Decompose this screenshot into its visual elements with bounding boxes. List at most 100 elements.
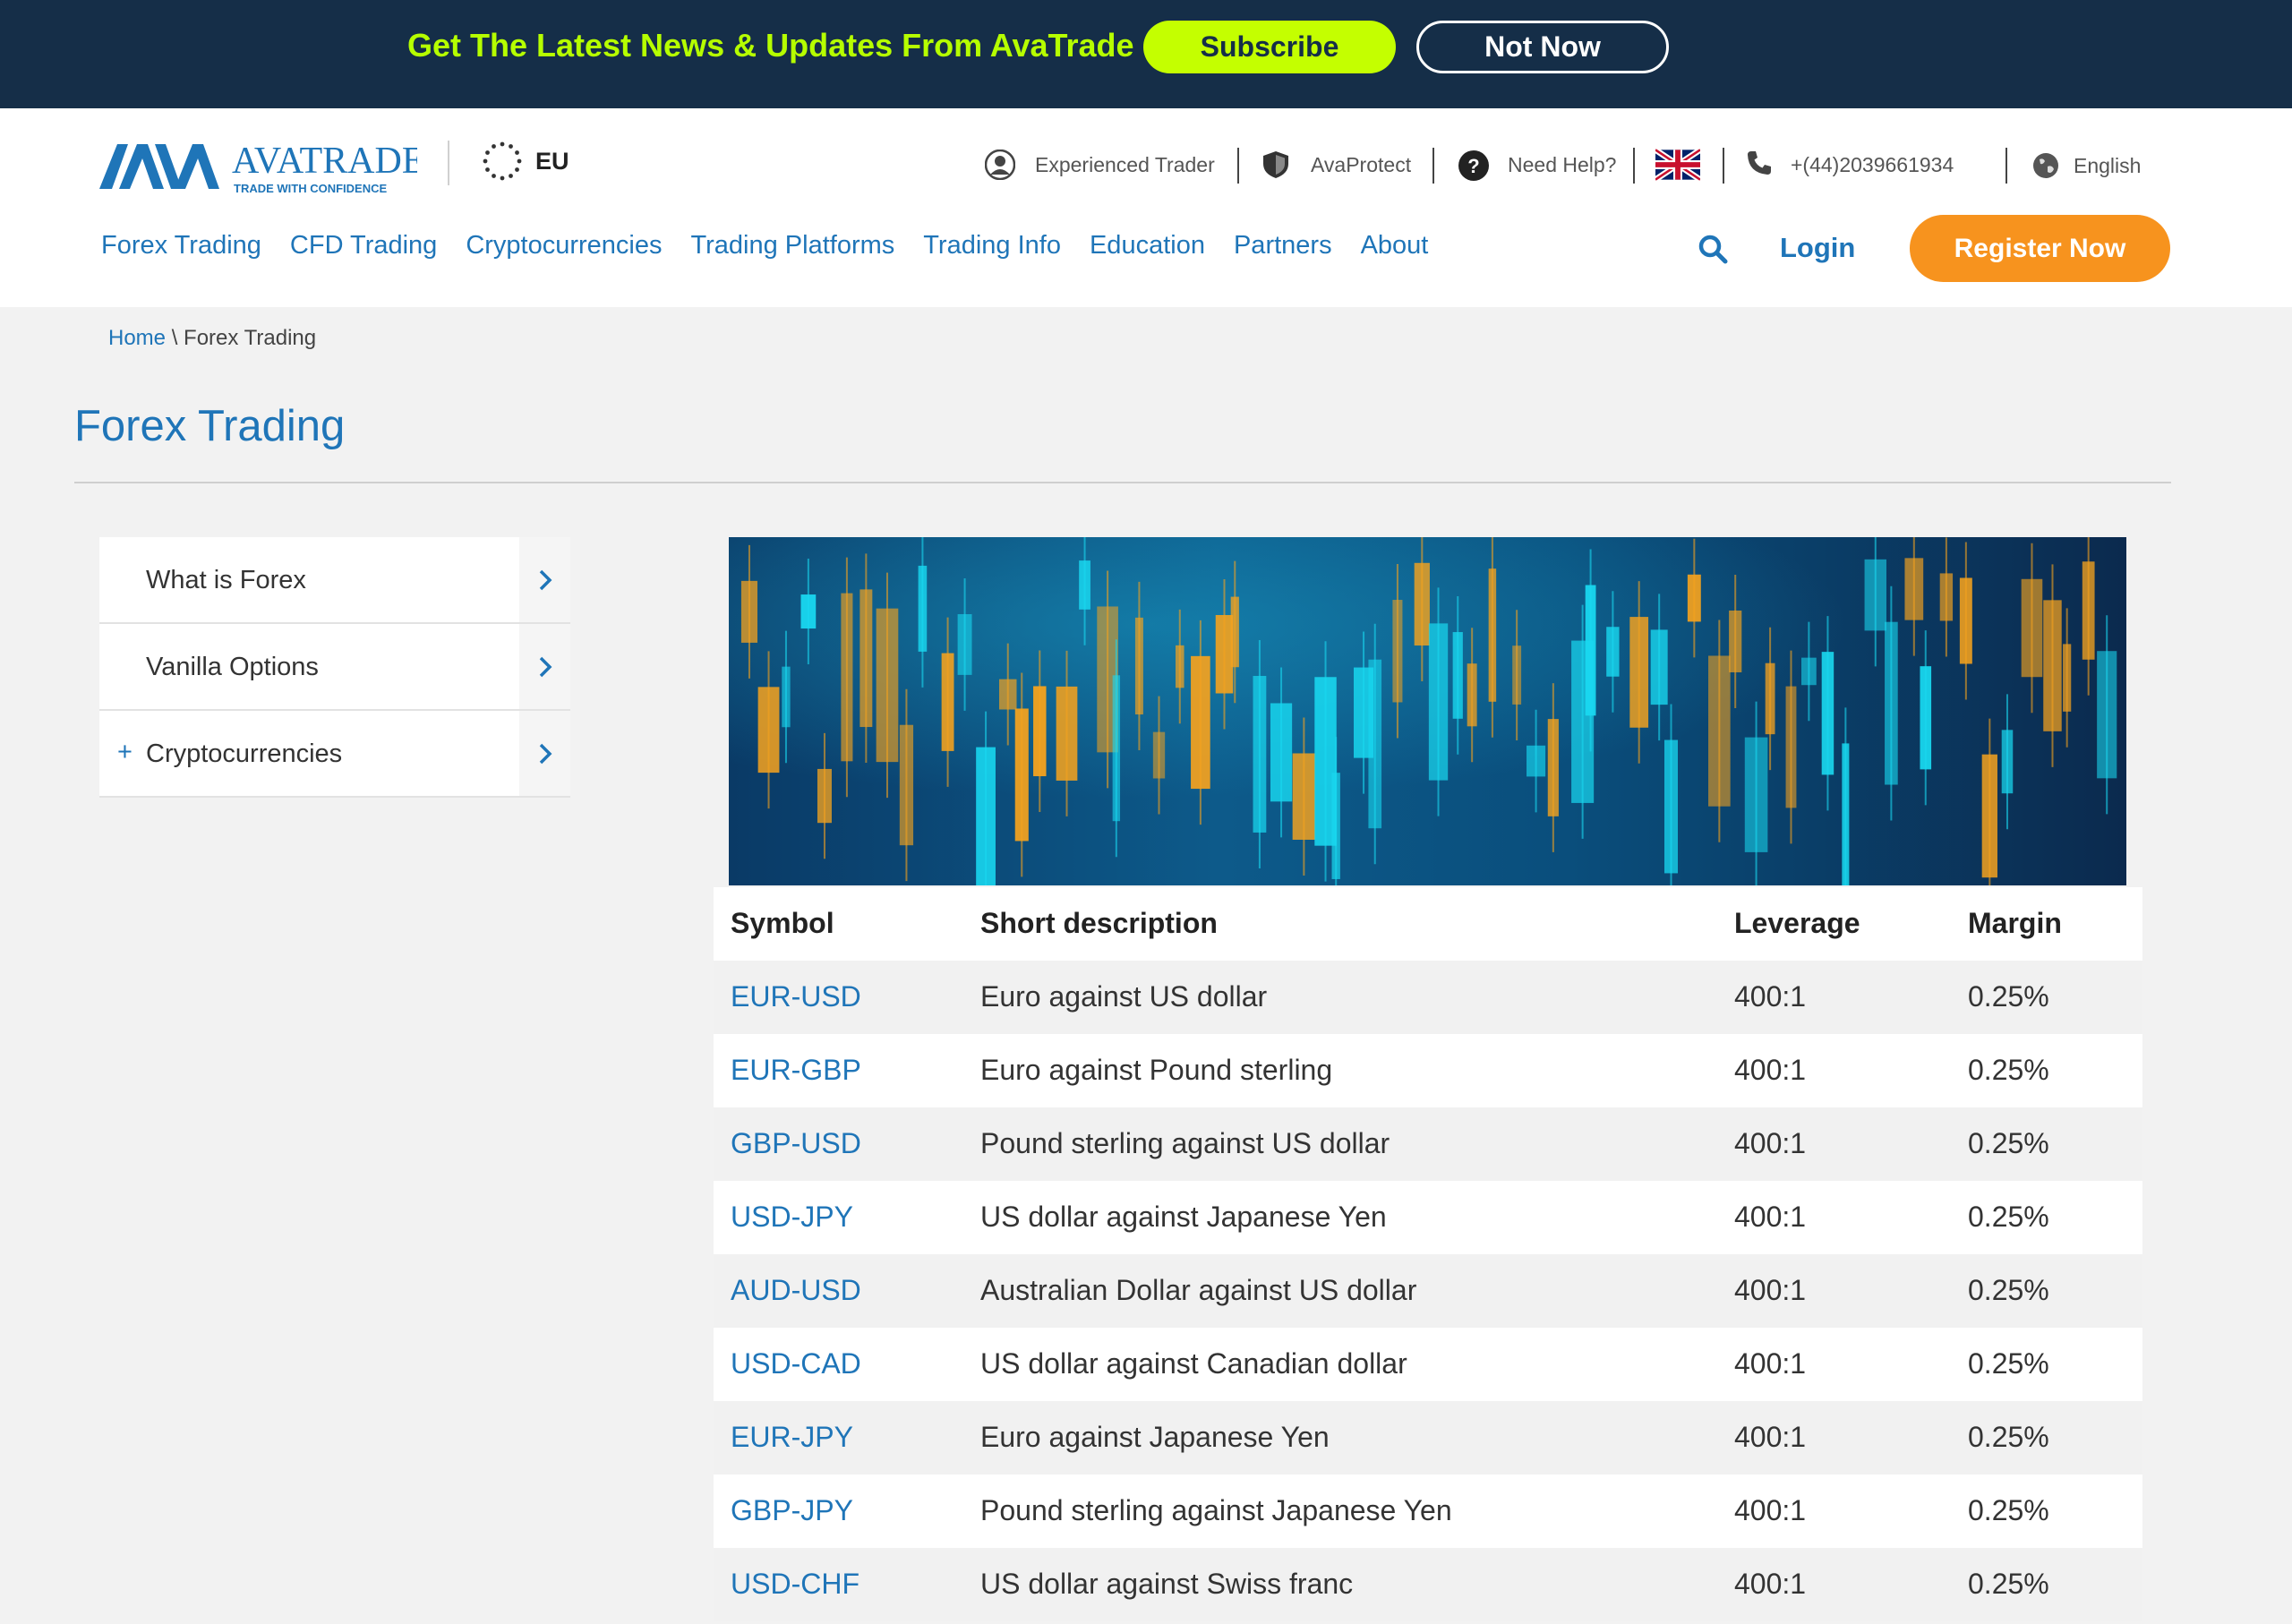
leverage-cell: 400:1 (1734, 1568, 1807, 1600)
phone-link[interactable]: +(44)2039661934 (1746, 150, 1954, 180)
candle-body (1606, 627, 1620, 677)
candle-body (1270, 703, 1293, 802)
utility-divider (1237, 148, 1239, 184)
subscribe-button[interactable]: Subscribe (1143, 21, 1396, 73)
logo-tagline: TRADE WITH CONFIDENCE (234, 182, 387, 195)
candle-body (2097, 651, 2117, 779)
candle-body (1392, 600, 1403, 703)
symbol-link[interactable]: EUR-USD (731, 980, 861, 1013)
candle-body (899, 724, 914, 846)
nav-cryptocurrencies[interactable]: Cryptocurrencies (466, 231, 662, 261)
sidebar-item-label: Vanilla Options (146, 653, 319, 681)
candle-body (1152, 731, 1166, 779)
sidebar-item-vanilla-options[interactable]: Vanilla Options (99, 624, 570, 711)
sidebar-item-label: Cryptocurrencies (146, 739, 343, 768)
sidebar-menu: What is Forex Vanilla Options + Cryptocu… (99, 537, 570, 798)
language-label: English (2074, 153, 2142, 177)
margin-cell: 0.25% (1968, 980, 2049, 1013)
nav-about[interactable]: About (1361, 231, 1429, 261)
chevron-right-icon[interactable] (519, 711, 570, 796)
candle-body (1230, 596, 1239, 668)
symbol-link[interactable]: EUR-JPY (731, 1421, 853, 1454)
symbol-link[interactable]: EUR-GBP (731, 1054, 861, 1087)
candle-body (800, 594, 817, 629)
chevron-right-icon[interactable] (519, 624, 570, 709)
phone-icon (1746, 150, 1776, 180)
symbol-link[interactable]: USD-CHF (731, 1568, 860, 1601)
site-header: AVATRADE TRADE WITH CONFIDENCE EU Experi… (0, 108, 2292, 307)
column-header-leverage: Leverage (1734, 907, 1860, 939)
table-row: AUD-USD Australian Dollar against US doll… (714, 1254, 2142, 1328)
margin-cell: 0.25% (1968, 1347, 2049, 1380)
candle-body (1033, 686, 1047, 777)
candle-body (1368, 659, 1382, 829)
margin-cell: 0.25% (1968, 1201, 2049, 1233)
candlestick-hero-image (729, 537, 2126, 885)
table-row: EUR-GBP Euro against Pound sterling 400:1 0… (714, 1034, 2142, 1107)
sidebar-item-cryptocurrencies[interactable]: + Cryptocurrencies (99, 711, 570, 798)
symbol-link[interactable]: GBP-JPY (731, 1494, 853, 1527)
candle-body (860, 589, 873, 728)
nav-trading-platforms[interactable]: Trading Platforms (691, 231, 895, 261)
login-link[interactable]: Login (1780, 232, 1855, 264)
nav-education[interactable]: Education (1090, 231, 1205, 261)
description-cell: Euro against Japanese Yen (980, 1421, 1330, 1453)
not-now-button[interactable]: Not Now (1416, 21, 1669, 73)
candle-body (1821, 652, 1834, 775)
candle-body (1959, 577, 1972, 664)
avaprotect-label: AvaProtect (1311, 152, 1412, 176)
table-row: USD-CAD US dollar against Canadian dollar… (714, 1328, 2142, 1401)
description-cell: US dollar against Canadian dollar (980, 1347, 1407, 1380)
eu-stars-icon[interactable] (482, 141, 523, 182)
table-body: EUR-USD Euro against US dollar 400:1 0.25% E… (714, 961, 2142, 1621)
column-header-margin: Margin (1968, 907, 2062, 939)
leverage-cell: 400:1 (1734, 980, 1807, 1013)
leverage-cell: 400:1 (1734, 1201, 1807, 1233)
symbol-link[interactable]: AUD-USD (731, 1274, 861, 1307)
search-icon[interactable] (1697, 233, 1729, 265)
expand-plus-icon[interactable]: + (117, 738, 133, 767)
candle-body (1904, 558, 1924, 620)
candle-body (876, 608, 899, 763)
candle-body (2001, 730, 2014, 794)
symbol-link[interactable]: USD-CAD (731, 1347, 861, 1380)
candle-body (1981, 754, 1997, 878)
uk-flag-icon[interactable] (1655, 148, 1700, 182)
column-header-symbol: Symbol (731, 907, 834, 939)
breadcrumb-home[interactable]: Home (108, 326, 166, 350)
utility-divider (1723, 148, 1724, 184)
symbol-link[interactable]: GBP-USD (731, 1127, 861, 1160)
need-help-link[interactable]: ? Need Help? (1458, 150, 1616, 181)
candle-body (1079, 560, 1090, 610)
breadcrumb-current: Forex Trading (184, 326, 317, 350)
phone-number: +(44)2039661934 (1791, 152, 1954, 176)
forex-instruments-table: Symbol Short description Leverage Margin… (714, 887, 2142, 1621)
avatrade-logo[interactable]: AVATRADE TRADE WITH CONFIDENCE (99, 139, 425, 201)
description-cell: Euro against Pound sterling (980, 1054, 1333, 1086)
nav-trading-info[interactable]: Trading Info (923, 231, 1061, 261)
candle-body (1191, 655, 1210, 790)
candle-body (1527, 745, 1546, 777)
help-icon: ? (1458, 150, 1489, 181)
symbol-link[interactable]: USD-JPY (731, 1201, 853, 1234)
candle-body (817, 768, 832, 824)
avaprotect-link[interactable]: AvaProtect (1261, 150, 1411, 180)
globe-icon (2032, 152, 2059, 179)
nav-forex-trading[interactable]: Forex Trading (101, 231, 261, 261)
utility-divider (1633, 148, 1635, 184)
register-now-button[interactable]: Register Now (1910, 215, 2170, 282)
chevron-right-icon[interactable] (519, 537, 570, 622)
region-label[interactable]: EU (535, 148, 569, 175)
candle-body (1744, 737, 1768, 852)
news-banner: Get The Latest News & Updates From AvaTr… (0, 0, 2292, 108)
experienced-trader-link[interactable]: Experienced Trader (984, 149, 1215, 181)
main-nav: Forex Trading CFD Trading Cryptocurrenci… (101, 231, 1457, 261)
language-selector[interactable]: English (2032, 152, 2141, 179)
leverage-cell: 400:1 (1734, 1054, 1807, 1086)
logo-divider (448, 141, 449, 185)
sidebar-item-what-is-forex[interactable]: What is Forex (99, 537, 570, 624)
candle-body (2063, 644, 2072, 712)
nav-cfd-trading[interactable]: CFD Trading (290, 231, 437, 261)
nav-partners[interactable]: Partners (1234, 231, 1332, 261)
candle-body (1253, 675, 1267, 833)
